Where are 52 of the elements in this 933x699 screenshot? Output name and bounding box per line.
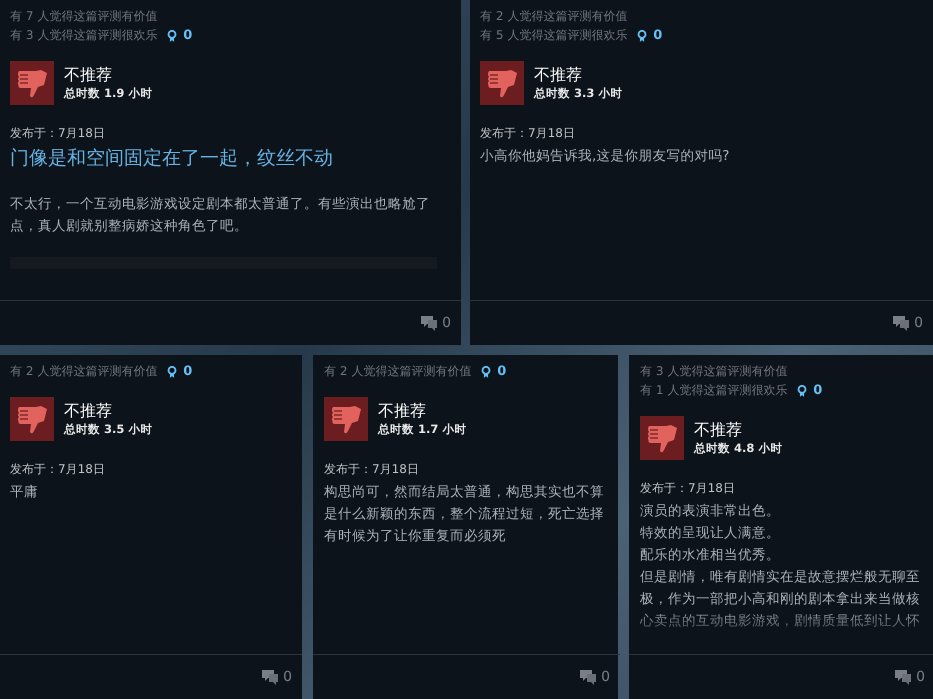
review-text: 演员的表演非常出色。	[640, 502, 781, 521]
playtime-text: 总时数 3.3 小时	[534, 85, 622, 101]
playtime-text: 总时数 3.5 小时	[64, 421, 152, 437]
comment-icon	[894, 668, 912, 686]
helpful-count-text: 有 3 人觉得这篇评测有价值	[640, 363, 788, 380]
helpful-count-text: 有 2 人觉得这篇评测有价值	[10, 363, 158, 380]
comments-link[interactable]: 0	[261, 668, 292, 686]
award-icon	[637, 28, 648, 42]
verdict-title: 不推荐	[64, 401, 113, 421]
helpful-count-text: 有 2 人觉得这篇评测有价值	[480, 8, 628, 25]
helpful-count-text: 有 1 人觉得这篇评测很欢乐	[640, 382, 788, 399]
comment-icon	[892, 314, 910, 332]
posted-date: 发布于：7月18日	[10, 125, 106, 141]
award-count: 0	[497, 364, 506, 379]
playtime-text: 总时数 1.9 小时	[64, 85, 152, 101]
award-icon	[167, 28, 178, 42]
playtime-text: 总时数 4.8 小时	[694, 440, 782, 456]
award-icon	[481, 364, 492, 378]
review-text: 但是剧情，唯有剧情实在是故意摆烂般无聊至极，作为一部把小高和刚的剧本拿出来当做核心卖点的互动电影游戏，剧情质量低到让人怀	[640, 568, 921, 631]
comments-link[interactable]: 0	[894, 668, 925, 686]
verdict-title: 不推荐	[378, 401, 427, 421]
review-text: 不太行，一个互动电影游戏设定剧本都太普通了。有些演出也略尬了点，真人剧就别整病娇这种角色了吧。	[10, 195, 431, 236]
playtime-text: 总时数 1.7 小时	[378, 421, 466, 437]
award-count: 0	[183, 364, 192, 379]
award-count: 0	[813, 383, 822, 398]
verdict-title: 不推荐	[694, 420, 743, 440]
review-text: 平庸	[10, 483, 39, 502]
posted-date: 发布于：7月18日	[324, 461, 420, 477]
review-text: 配乐的水准相当优秀。	[640, 546, 781, 565]
helpful-count-text: 有 5 人觉得这篇评测很欢乐	[480, 27, 628, 44]
award-icon	[167, 364, 178, 378]
helpful-count-text: 有 3 人觉得这篇评测很欢乐	[10, 27, 158, 44]
review-text: 特效的呈现让人满意。	[640, 524, 781, 543]
review-text: 小高你他妈告诉我,这是你朋友写的对吗?	[480, 147, 730, 166]
review-heading: 门像是和空间固定在了一起，纹丝不动	[10, 146, 334, 171]
comments-link[interactable]: 0	[420, 314, 451, 332]
helpful-count-text: 有 2 人觉得这篇评测有价值	[324, 363, 472, 380]
posted-date: 发布于：7月18日	[10, 461, 106, 477]
helpful-count-text: 有 7 人觉得这篇评测有价值	[10, 8, 158, 25]
review-text: 构思尚可，然而结局太普通，构思其实也不算是什么新颖的东西，整个流程过短，死亡选择有时候为了让你重复而必须死	[324, 483, 605, 546]
comments-link[interactable]: 0	[892, 314, 923, 332]
comment-icon	[579, 668, 598, 686]
comments-link[interactable]: 0	[579, 668, 610, 686]
verdict-title: 不推荐	[534, 65, 583, 85]
comment-icon	[261, 668, 280, 686]
verdict-title: 不推荐	[64, 65, 113, 85]
award-count: 0	[653, 28, 662, 43]
posted-date: 发布于：7月18日	[480, 125, 576, 141]
award-icon	[797, 384, 808, 398]
posted-date: 发布于：7月18日	[640, 480, 736, 496]
award-count: 0	[183, 28, 192, 43]
comment-icon	[420, 314, 438, 332]
